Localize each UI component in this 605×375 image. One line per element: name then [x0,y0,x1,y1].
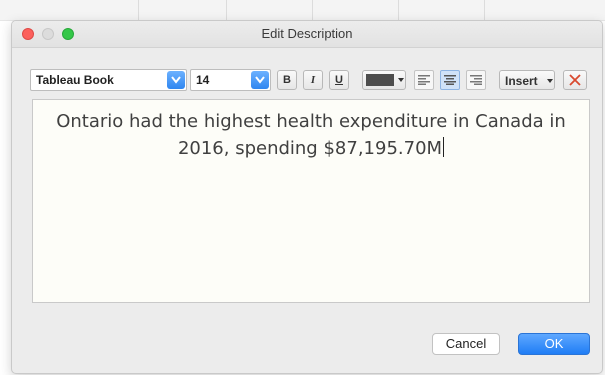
cancel-button[interactable]: Cancel [432,333,500,355]
background-divider [226,0,227,20]
ok-button[interactable]: OK [518,333,590,355]
background-sheet-strip [0,0,605,21]
description-line-2: 2016, spending $87,195.70M [33,135,589,162]
align-center-icon [444,75,456,85]
chevron-down-icon[interactable] [251,71,269,89]
font-family-value: Tableau Book [36,73,114,87]
background-divider [398,0,399,20]
title-bar: Edit Description [12,21,602,48]
font-size-value: 14 [196,73,210,87]
description-line-2-text: 2016, spending $87,195.70M [177,138,443,159]
underline-button[interactable]: U [329,70,349,90]
clear-formatting-button[interactable] [563,70,587,90]
font-family-dropdown[interactable]: Tableau Book [30,69,187,91]
align-right-button[interactable] [466,70,486,90]
text-cursor [443,137,445,157]
close-icon [569,74,581,86]
background-divider [312,0,313,20]
caret-down-icon [547,79,553,83]
insert-menu-button[interactable]: Insert [499,70,555,90]
description-text[interactable]: Ontario had the highest health expenditu… [33,108,589,162]
background-divider [484,0,485,20]
bold-button[interactable]: B [277,70,297,90]
text-color-picker[interactable] [362,70,406,90]
edit-description-dialog: Edit Description Tableau Book 14 B I U I… [11,20,603,374]
align-left-icon [418,75,430,85]
chevron-down-icon[interactable] [167,71,185,89]
dialog-title: Edit Description [261,26,353,41]
align-center-button[interactable] [440,70,460,90]
align-right-icon [470,75,482,85]
formatting-toolbar: Tableau Book 14 B I U Insert [12,69,602,93]
italic-button[interactable]: I [303,70,323,90]
align-left-button[interactable] [414,70,434,90]
background-divider [138,0,139,20]
color-swatch [366,74,394,86]
description-editor[interactable]: Ontario had the highest health expenditu… [32,99,590,303]
font-size-dropdown[interactable]: 14 [190,69,271,91]
insert-label: Insert [505,74,538,88]
caret-down-icon [398,78,404,82]
description-line-1: Ontario had the highest health expenditu… [56,111,566,132]
